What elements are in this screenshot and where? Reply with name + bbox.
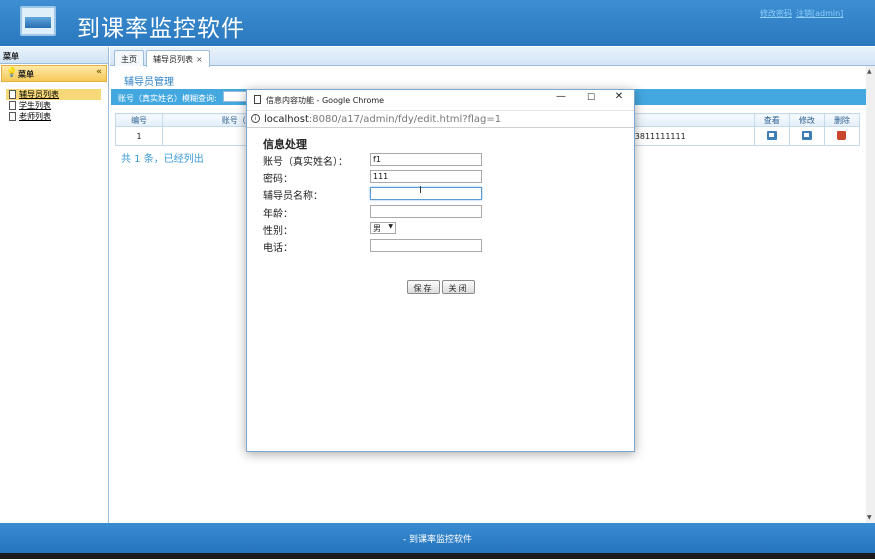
document-icon — [9, 101, 16, 110]
collapse-icon[interactable]: « — [96, 67, 102, 77]
app-header: 到课率监控软件 修改密码 注销[admin] — [0, 0, 875, 46]
app-logo — [20, 6, 56, 36]
view-icon[interactable] — [766, 130, 777, 140]
counselor-name-field[interactable] — [370, 187, 482, 200]
header-links: 修改密码 注销[admin] — [760, 8, 847, 19]
account-field[interactable]: f1 — [370, 153, 482, 166]
form-row-age: 年龄： — [263, 205, 633, 220]
close-button[interactable]: 关闭 — [442, 280, 475, 294]
form-row-gender: 性别： 男 ▼ — [263, 222, 633, 237]
form-row-phone: 电话： — [263, 239, 633, 254]
sidebar-item-teacher-list[interactable]: 老师列表 — [6, 111, 101, 122]
column-header-delete: 删除 — [823, 113, 861, 127]
gender-select[interactable]: 男 ▼ — [370, 222, 396, 234]
sidebar-menu: 辅导员列表 学生列表 老师列表 — [6, 89, 101, 122]
sidebar-item-label: 辅导员列表 — [19, 90, 59, 99]
document-icon — [9, 112, 16, 121]
dialog-window-title: 信息内容功能 - Google Chrome — [266, 96, 385, 105]
url-host: localhost — [264, 114, 309, 125]
section-title: 辅导员管理 — [124, 77, 174, 88]
tab-label: 主页 — [121, 55, 137, 64]
cell-edit — [788, 126, 825, 146]
info-icon[interactable]: i — [251, 114, 260, 123]
tab-label: 辅导员列表 — [153, 55, 193, 64]
phone-field[interactable] — [370, 239, 482, 252]
change-password-link[interactable]: 修改密码 — [760, 9, 792, 18]
sidebar-panel-header[interactable]: 💡 菜单 « — [1, 65, 107, 82]
lightbulb-icon: 💡 — [6, 68, 18, 78]
page-scrollbar[interactable]: ▲ ▼ — [866, 66, 875, 523]
scroll-up-icon[interactable]: ▲ — [867, 68, 872, 75]
sidebar-item-counselor-list[interactable]: 辅导员列表 — [6, 89, 101, 100]
sidebar-header: 菜单 — [0, 47, 108, 64]
sidebar-item-label: 学生列表 — [19, 101, 51, 110]
age-label: 年龄： — [263, 209, 293, 220]
logout-link[interactable]: 注销[admin] — [796, 9, 843, 18]
url-path: :8080/a17/admin/fdy/edit.html?flag=1 — [308, 114, 502, 125]
record-summary: 共 1 条，已经列出 — [121, 154, 204, 165]
password-label: 密码： — [263, 174, 293, 185]
form-row-password: 密码： 111 — [263, 170, 633, 185]
close-tab-icon[interactable]: × — [196, 55, 203, 64]
dialog-titlebar[interactable]: 信息内容功能 - Google Chrome — ☐ ✕ — [247, 90, 634, 110]
footer-text: - 到课率监控软件 — [402, 535, 473, 545]
edit-dialog-window: 信息内容功能 - Google Chrome — ☐ ✕ i localhost… — [246, 89, 635, 452]
sidebar: 菜单 💡 菜单 « 辅导员列表 学生列表 老师列表 — [0, 47, 109, 523]
taskbar-strip — [0, 553, 875, 559]
cell-delete — [823, 126, 861, 146]
text-cursor-icon: I — [419, 185, 422, 196]
counselor-name-label: 辅导员名称： — [263, 191, 323, 202]
save-button[interactable]: 保存 — [407, 280, 440, 294]
sidebar-item-label: 老师列表 — [19, 112, 51, 121]
sidebar-panel-title: 菜单 — [18, 70, 34, 79]
app-footer: - 到课率监控软件 — [0, 523, 875, 553]
gender-label: 性别： — [263, 226, 293, 237]
form-row-account: 账号（真实姓名）： f1 — [263, 153, 633, 168]
column-header-edit: 修改 — [788, 113, 825, 127]
column-header-view: 查看 — [753, 113, 790, 127]
tab-bar: 主页 辅导员列表 × — [110, 47, 875, 67]
cell-id: 1 — [114, 126, 164, 146]
account-label: 账号（真实姓名）： — [263, 157, 348, 168]
search-label: 账号（真实姓名）模糊查询: — [118, 94, 217, 103]
sidebar-item-student-list[interactable]: 学生列表 — [6, 100, 101, 111]
tab-home[interactable]: 主页 — [114, 50, 144, 66]
column-header-id: 编号 — [114, 113, 164, 127]
trash-icon[interactable] — [837, 130, 847, 140]
cell-view — [753, 126, 790, 146]
page-icon — [254, 95, 261, 104]
edit-icon[interactable] — [801, 130, 812, 140]
gender-selected-value: 男 — [373, 224, 381, 233]
phone-label: 电话： — [263, 243, 293, 254]
form-title: 信息处理 — [263, 138, 307, 151]
app-title: 到课率监控软件 — [77, 16, 245, 42]
age-field[interactable] — [370, 205, 482, 218]
scroll-down-icon[interactable]: ▼ — [867, 514, 872, 521]
close-icon[interactable]: ✕ — [611, 91, 627, 102]
minimize-icon[interactable]: — — [553, 91, 569, 102]
url-bar[interactable]: i localhost:8080/a17/admin/fdy/edit.html… — [247, 110, 634, 128]
form-row-name: 辅导员名称： — [263, 187, 633, 202]
dropdown-arrow-icon: ▼ — [388, 223, 393, 230]
maximize-icon[interactable]: ☐ — [583, 93, 599, 103]
tab-counselor-list[interactable]: 辅导员列表 × — [146, 50, 210, 67]
password-field[interactable]: 111 — [370, 170, 482, 183]
document-icon — [9, 90, 16, 99]
